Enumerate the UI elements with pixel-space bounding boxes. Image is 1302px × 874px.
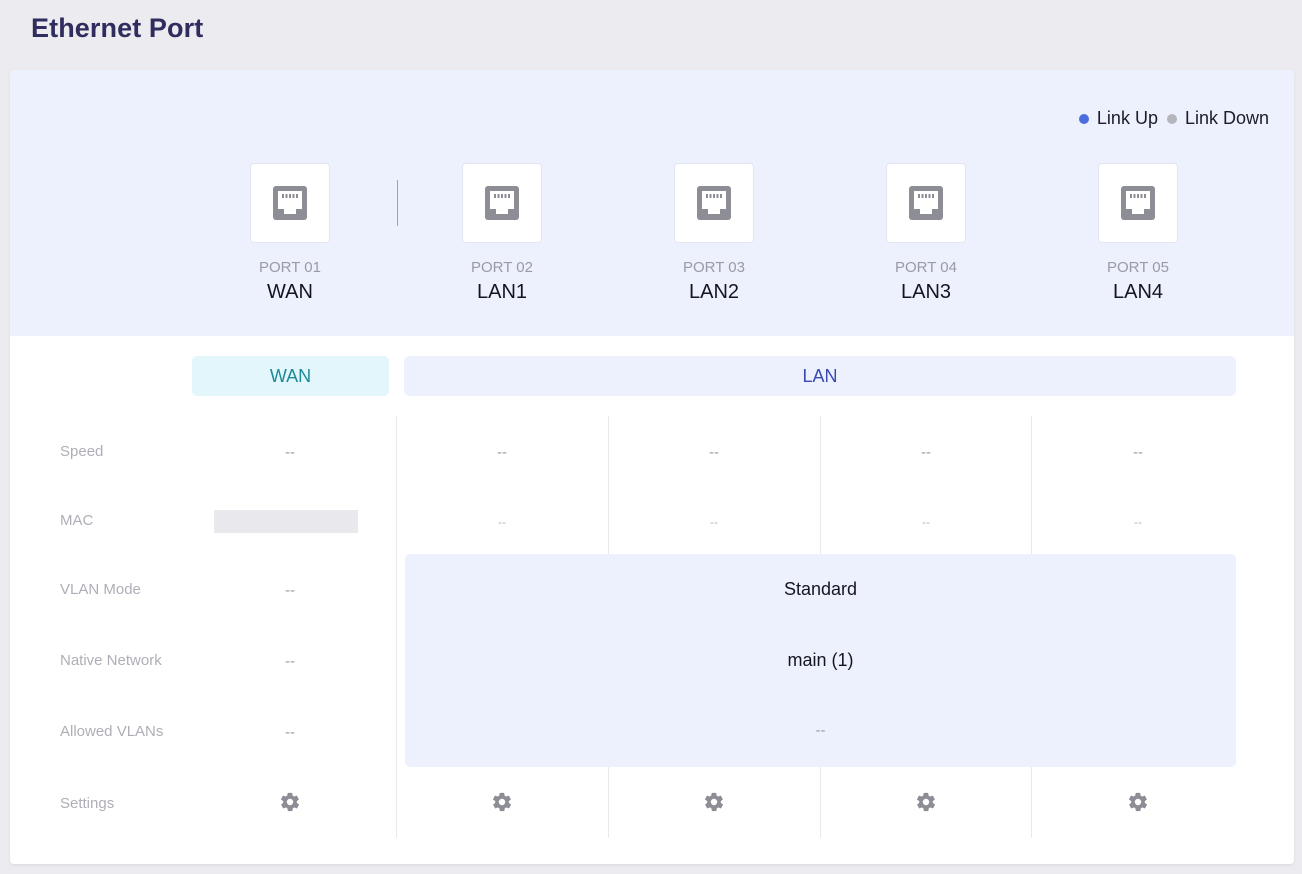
legend-link-up-label: Link Up xyxy=(1096,108,1158,128)
lan-allowed-vlans-value: -- xyxy=(815,722,826,739)
port-02-box[interactable] xyxy=(462,163,542,243)
link-up-dot-icon xyxy=(1078,113,1089,124)
column-divider xyxy=(608,767,609,838)
lan1-mac-value: -- xyxy=(498,515,506,529)
ethernet-port-icon xyxy=(1121,186,1155,220)
port-01-box[interactable] xyxy=(250,163,330,243)
wan-group-header: WAN xyxy=(192,356,389,396)
ethernet-port-icon xyxy=(697,186,731,220)
column-divider xyxy=(396,416,397,838)
gear-icon[interactable] xyxy=(279,791,301,813)
column-divider xyxy=(820,416,821,554)
port-03-box[interactable] xyxy=(674,163,754,243)
wan-lan-divider xyxy=(397,180,398,226)
port-number: PORT 03 xyxy=(683,259,745,276)
legend-link-down: Link Down xyxy=(1166,108,1269,129)
port-overview-panel: Link Up Link Down PORT 01 WAN PORT 02 LA… xyxy=(10,70,1294,336)
gear-icon[interactable] xyxy=(491,791,513,813)
lan-vlan-settings-block[interactable]: Standard main (1) -- xyxy=(405,554,1236,767)
ethernet-port-icon xyxy=(273,186,307,220)
port-04[interactable]: PORT 04 LAN3 xyxy=(856,163,996,304)
lan1-speed-value: -- xyxy=(497,444,507,461)
ethernet-port-icon xyxy=(485,186,519,220)
port-name: LAN4 xyxy=(1112,281,1164,303)
port-number: PORT 04 xyxy=(895,259,957,276)
ethernet-port-card: Link Up Link Down PORT 01 WAN PORT 02 LA… xyxy=(10,70,1294,864)
lan-native-network-value: main (1) xyxy=(787,650,854,670)
lan3-speed-value: -- xyxy=(921,444,931,461)
lan2-mac-value: -- xyxy=(710,515,718,529)
row-label-native-network: Native Network xyxy=(60,652,162,669)
column-divider xyxy=(820,767,821,838)
column-divider xyxy=(1031,767,1032,838)
port-04-box[interactable] xyxy=(886,163,966,243)
gear-icon[interactable] xyxy=(1127,791,1149,813)
lan4-speed-value: -- xyxy=(1133,444,1143,461)
wan-allowed-vlans-value: -- xyxy=(285,724,295,741)
row-label-speed: Speed xyxy=(60,443,104,460)
wan-mac-value-redacted xyxy=(214,510,358,533)
wan-speed-value: -- xyxy=(285,444,295,461)
port-name: WAN xyxy=(267,281,313,303)
port-05[interactable]: PORT 05 LAN4 xyxy=(1068,163,1208,304)
port-05-box[interactable] xyxy=(1098,163,1178,243)
port-number: PORT 01 xyxy=(259,259,321,276)
gear-icon[interactable] xyxy=(703,791,725,813)
port-03[interactable]: PORT 03 LAN2 xyxy=(644,163,784,304)
port-name: LAN2 xyxy=(688,281,740,303)
legend-link-down-label: Link Down xyxy=(1184,108,1269,128)
port-name: LAN3 xyxy=(900,281,952,303)
lan-vlan-mode-value: Standard xyxy=(783,579,858,599)
column-divider xyxy=(1031,416,1032,554)
lan-group-header: LAN xyxy=(404,356,1236,396)
column-divider xyxy=(608,416,609,554)
link-down-dot-icon xyxy=(1166,113,1177,124)
port-01[interactable]: PORT 01 WAN xyxy=(220,163,360,304)
page-title: Ethernet Port xyxy=(31,13,204,43)
wan-vlan-mode-value: -- xyxy=(285,582,295,599)
port-number: PORT 05 xyxy=(1107,259,1169,276)
gear-icon[interactable] xyxy=(915,791,937,813)
ethernet-port-icon xyxy=(909,186,943,220)
wan-native-network-value: -- xyxy=(285,653,295,670)
port-name: LAN1 xyxy=(476,281,528,303)
lan4-mac-value: -- xyxy=(1134,515,1142,529)
row-label-mac: MAC xyxy=(60,512,94,529)
row-label-allowed-vlans: Allowed VLANs xyxy=(60,723,164,740)
port-02[interactable]: PORT 02 LAN1 xyxy=(432,163,572,304)
link-legend: Link Up Link Down xyxy=(1078,108,1269,129)
row-label-vlan-mode: VLAN Mode xyxy=(60,581,141,598)
lan2-speed-value: -- xyxy=(709,444,719,461)
lan3-mac-value: -- xyxy=(922,515,930,529)
row-label-settings: Settings xyxy=(60,795,115,812)
legend-link-up: Link Up xyxy=(1078,108,1158,129)
port-number: PORT 02 xyxy=(471,259,533,276)
